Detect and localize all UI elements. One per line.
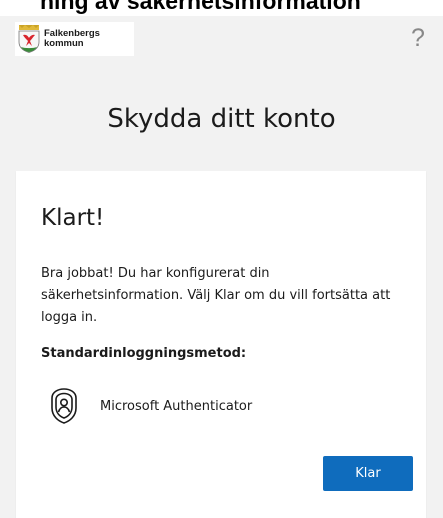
- logo-text-line2: kommun: [44, 38, 84, 49]
- done-button[interactable]: Klar: [323, 456, 413, 491]
- card-description: Bra jobbat! Du har konfigurerat din säke…: [41, 266, 391, 325]
- default-method-label: Standardinloggningsmetod:: [41, 346, 247, 361]
- default-method-row: Microsoft Authenticator: [49, 386, 252, 426]
- header: Falkenbergs kommun ?: [0, 16, 443, 60]
- top-cropped-banner: ning av säkerhetsinformation: [0, 0, 443, 16]
- content-card: Klart! Bra jobbat! Du har konfigurerat d…: [16, 171, 426, 518]
- method-name: Microsoft Authenticator: [100, 398, 253, 414]
- organization-logo: Falkenbergs kommun: [15, 22, 134, 56]
- crest-icon: [18, 25, 40, 53]
- microsoft-authenticator-icon: [51, 388, 77, 424]
- top-cropped-text: ning av säkerhetsinformation: [40, 0, 361, 14]
- help-icon[interactable]: ?: [407, 24, 429, 52]
- card-heading: Klart!: [41, 205, 105, 231]
- page-title: Skydda ditt konto: [107, 104, 336, 134]
